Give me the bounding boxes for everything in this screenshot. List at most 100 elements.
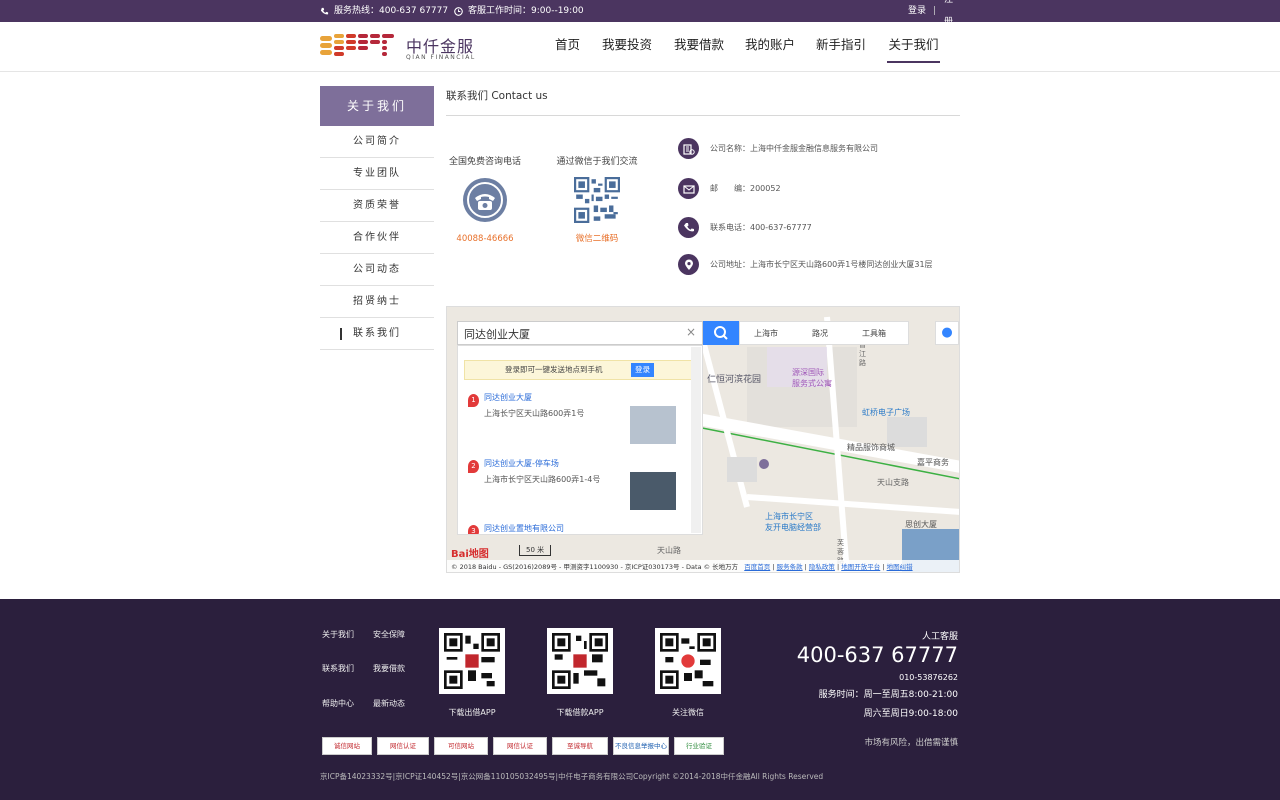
nav-account[interactable]: 我的账户 <box>745 22 795 63</box>
map-link-privacy[interactable]: 隐私政策 <box>809 563 835 571</box>
info-address-text: 公司地址：上海市长宁区天山路600弄1号楼同达创业大厦31层 <box>710 260 933 269</box>
map-label-renheng: 仁恒河滨花园 <box>707 375 762 385</box>
map-copyright-bar: © 2018 Baidu - GS(2016)2089号 - 甲测资字11009… <box>447 560 959 572</box>
phone-block: 全国免费咨询电话 40088-46666 <box>446 154 524 244</box>
result-item-3[interactable]: 3 同达创业置地有限公司 <box>468 523 698 534</box>
nav-invest[interactable]: 我要投资 <box>602 22 652 63</box>
footer-hours-weekend: 周六至周日9:00-18:00 <box>863 709 958 719</box>
badge-netcred-1[interactable]: 网信认证 <box>377 737 429 755</box>
info-postcode: 邮 编：200052 <box>678 178 781 199</box>
city-select[interactable]: 上海市 <box>754 328 778 339</box>
sidebar-item-news[interactable]: 公司动态 <box>320 254 434 286</box>
map-search-button[interactable] <box>703 321 739 345</box>
nav-home[interactable]: 首页 <box>555 22 580 63</box>
nav-about[interactable]: 关于我们 <box>887 22 940 63</box>
map-link-terms[interactable]: 服务条款 <box>777 563 803 571</box>
baidu-map[interactable]: 仁恒河滨花园 源深国际 服务式公寓 虹桥电子广场 精品服饰商城 嘉平商务 天山支… <box>446 306 960 573</box>
map-link-fix[interactable]: 地图纠错 <box>887 563 913 571</box>
qr-wechat-caption: 关注微信 <box>672 708 704 717</box>
location-icon <box>678 254 699 275</box>
footer-link-security[interactable]: 安全保障 <box>373 629 405 640</box>
route-button[interactable]: 路况 <box>812 328 828 339</box>
login-link[interactable]: 登录 <box>908 0 926 22</box>
info-postcode-text: 邮 编：200052 <box>710 184 781 193</box>
result-marker-icon: 2 <box>468 460 479 473</box>
service-time: 客服工作时间：9:00--19:00 <box>454 0 584 22</box>
contact-content: 联系我们 Contact us 全国免费咨询电话 40088-46666 通过微… <box>446 86 960 275</box>
badge-report-center[interactable]: 不良信息举报中心 <box>613 737 669 755</box>
logo[interactable]: 中仟金服 QIAN FINANCIAL <box>320 32 480 64</box>
result-item-2[interactable]: 2 同达创业大厦-停车场 上海市长宁区天山路600弄1-4号 <box>468 458 698 514</box>
sidebar-item-jobs[interactable]: 招贤纳士 <box>320 286 434 318</box>
telephone-icon <box>463 178 507 222</box>
map-label-hongqiao: 虹桥电子广场 <box>862 408 910 417</box>
toolbox-button[interactable]: 工具箱 <box>862 328 886 339</box>
map-label-pujiang: 普江路 <box>859 341 866 367</box>
login-tip-text: 登录即可一键发送地点到手机 <box>505 365 603 374</box>
sidebar-item-contact[interactable]: 联系我们 <box>320 318 434 350</box>
result-name[interactable]: 同达创业大厦-停车场 <box>484 458 559 469</box>
logo-mark-icon <box>320 34 394 56</box>
service-title: 人工客服 <box>921 632 958 642</box>
badge-industry[interactable]: 行业验证 <box>674 737 724 755</box>
sidebar-item-team[interactable]: 专业团队 <box>320 158 434 190</box>
sidebar-title: 关于我们 <box>320 86 434 126</box>
footer-link-borrow[interactable]: 我要借款 <box>373 663 405 674</box>
wechat-label: 通过微信于我们交流 <box>556 157 638 167</box>
footer-link-contact[interactable]: 联系我们 <box>322 663 354 674</box>
badge-credible[interactable]: 可信网站 <box>434 737 488 755</box>
map-label-tianshanlu: 天山路 <box>657 546 681 555</box>
footer-copyright: 京ICP备14023332号|京ICP证140452号|京公网备11010503… <box>320 772 824 781</box>
nav-guide[interactable]: 新手指引 <box>816 22 866 63</box>
nav-borrow[interactable]: 我要借款 <box>674 22 724 63</box>
map-search-box[interactable]: 同达创业大厦 × <box>457 321 703 345</box>
map-link-home[interactable]: 百度首页 <box>744 563 770 571</box>
phone-icon <box>678 217 699 238</box>
register-link[interactable]: 注册 <box>944 0 960 27</box>
result-name[interactable]: 同达创业置地有限公司 <box>484 523 564 534</box>
map-label-yuanshen: 源深国际 服务式公寓 <box>792 368 832 388</box>
result-marker-icon: 1 <box>468 394 479 407</box>
sidebar-item-intro[interactable]: 公司简介 <box>320 126 434 158</box>
info-phone-text: 联系电话：400-637-67777 <box>710 223 812 232</box>
result-photo <box>630 406 676 444</box>
header: 中仟金服 QIAN FINANCIAL 首页 我要投资 我要借款 我的账户 新手… <box>0 22 1280 72</box>
sidebar-item-partners[interactable]: 合作伙伴 <box>320 222 434 254</box>
wechat-qr-icon <box>574 177 620 223</box>
footer-small-phone: 010-53876262 <box>899 673 958 682</box>
footer-link-news[interactable]: 最新动态 <box>373 698 405 709</box>
sidebar-item-honors[interactable]: 资质荣誉 <box>320 190 434 222</box>
map-toolbar: 上海市 路况 工具箱 <box>739 321 909 345</box>
info-address: 公司地址：上海市长宁区天山路600弄1号楼同达创业大厦31层 <box>678 254 933 275</box>
map-clear-icon[interactable]: × <box>686 325 696 339</box>
hotline-text: 服务热线：400-637 67777 <box>334 6 449 16</box>
badge-trust-site[interactable]: 诚信网站 <box>322 737 372 755</box>
result-photo <box>630 472 676 510</box>
footer-link-about[interactable]: 关于我们 <box>322 629 354 640</box>
login-tip-button[interactable]: 登录 <box>631 363 654 377</box>
map-scrollbar[interactable] <box>691 347 701 533</box>
map-scale: 50 米 <box>519 545 552 556</box>
map-link-open[interactable]: 地图开放平台 <box>841 563 880 571</box>
company-icon <box>678 138 699 159</box>
result-address: 上海市长宁区天山路600弄1-4号 <box>484 475 601 484</box>
hotline: 服务热线：400-637 67777 <box>320 0 448 22</box>
badge-netcred-2[interactable]: 网信认证 <box>493 737 547 755</box>
badge-zhicheng[interactable]: 至诚导航 <box>552 737 608 755</box>
result-name[interactable]: 同达创业大厦 <box>484 392 532 403</box>
map-label-youkai: 上海市长宁区 友开电脑经营部 <box>765 512 821 532</box>
risk-warning: 市场有风险，出借需谨慎 <box>864 738 958 748</box>
qr-invest-app <box>439 628 505 694</box>
result-marker-icon: 3 <box>468 525 479 534</box>
result-item-1[interactable]: 1 同达创业大厦 上海长宁区天山路600弄1号 <box>468 392 698 448</box>
map-label-tianshanzhi: 天山支路 <box>877 478 909 487</box>
map-user-icon[interactable]: ● <box>935 321 959 345</box>
phone-value: 40088-46666 <box>456 234 514 244</box>
sidebar: 关于我们 公司简介 专业团队 资质荣誉 合作伙伴 公司动态 招贤纳士 联系我们 <box>320 86 434 350</box>
qr-wechat <box>655 628 721 694</box>
login-tip: 登录即可一键发送地点到手机 登录 <box>464 360 696 380</box>
search-icon <box>714 326 728 340</box>
result-address: 上海长宁区天山路600弄1号 <box>484 409 585 418</box>
footer-link-help[interactable]: 帮助中心 <box>322 698 354 709</box>
map-search-input[interactable]: 同达创业大厦 <box>464 326 530 342</box>
